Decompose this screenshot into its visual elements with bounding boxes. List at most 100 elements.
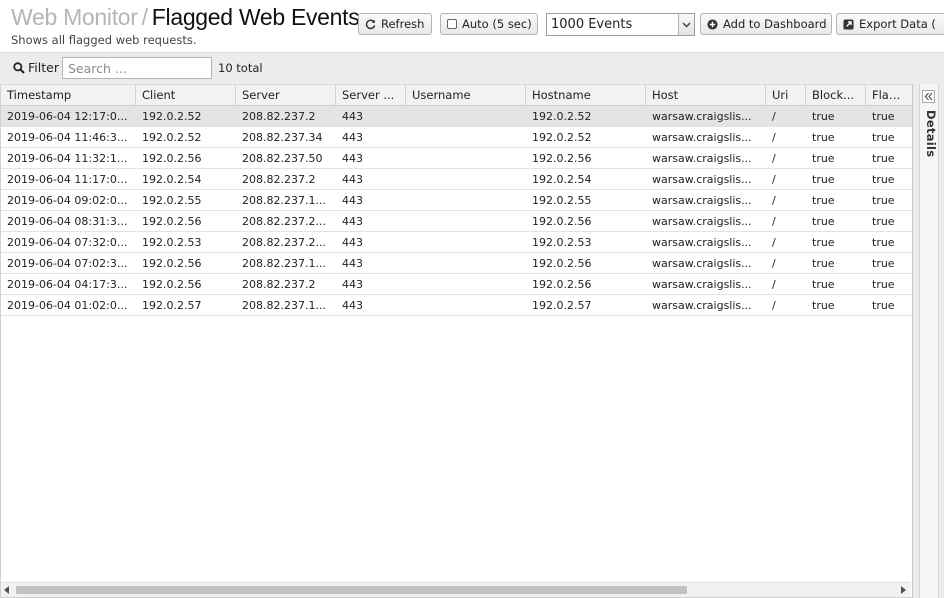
double-chevron-left-icon[interactable]	[922, 90, 935, 103]
filter-bar: Filter 10 total	[0, 52, 944, 84]
cell-timestamp: 2019-06-04 04:17:3...	[7, 278, 128, 291]
cell-username	[406, 232, 526, 252]
cell-server: 208.82.237.2	[242, 173, 316, 186]
cell-client: 192.0.2.57	[142, 299, 202, 312]
column-header-flagged[interactable]: Flagg...	[866, 85, 912, 106]
column-header-client[interactable]: Client	[136, 85, 236, 106]
table-row[interactable]: 2019-06-04 09:02:0... 192.0.2.55 208.82.23…	[1, 190, 912, 211]
details-panel: Details	[912, 84, 944, 598]
event-count-select[interactable]: 1000 Events	[546, 13, 695, 36]
cell-host: warsaw.craigslis...	[652, 152, 752, 165]
table-row[interactable]: 2019-06-04 07:02:3... 192.0.2.56 208.82.23…	[1, 253, 912, 274]
cell-host: warsaw.craigslis...	[652, 110, 752, 123]
cell-server: 208.82.237.2	[242, 110, 316, 123]
cell-uri: /	[772, 110, 776, 123]
table-row[interactable]: 2019-06-04 12:17:0... 192.0.2.52 208.82.23…	[1, 106, 912, 127]
search-input[interactable]	[62, 57, 212, 79]
refresh-icon	[365, 19, 376, 29]
column-header-blocked[interactable]: Block...	[806, 85, 866, 106]
column-header-timestamp[interactable]: Timestamp	[1, 85, 136, 106]
chevron-down-icon[interactable]	[678, 14, 694, 35]
refresh-label: Refresh	[381, 17, 425, 31]
export-data-button[interactable]: Export Data (	[836, 13, 944, 35]
scrollbar-thumb[interactable]	[16, 586, 687, 594]
cell-uri: /	[772, 278, 776, 291]
event-count-value: 1000 Events	[551, 17, 633, 32]
column-header-host[interactable]: Host	[646, 85, 766, 106]
cell-client: 192.0.2.56	[142, 152, 202, 165]
cell-blocked: true	[812, 215, 835, 228]
cell-flagged: true	[872, 215, 895, 228]
export-data-label: Export Data (	[859, 17, 936, 31]
plus-circle-icon	[707, 18, 718, 30]
horizontal-scrollbar[interactable]	[1, 582, 911, 597]
add-to-dashboard-button[interactable]: Add to Dashboard	[700, 13, 832, 35]
cell-client: 192.0.2.52	[142, 110, 202, 123]
scroll-left-icon[interactable]	[4, 586, 9, 594]
cell-username	[406, 211, 526, 231]
column-header-server-port[interactable]: Server ...	[336, 85, 406, 106]
table-row[interactable]: 2019-06-04 07:32:0... 192.0.2.53 208.82.23…	[1, 232, 912, 253]
cell-blocked: true	[812, 152, 835, 165]
cell-flagged: true	[872, 194, 895, 207]
table-row[interactable]: 2019-06-04 11:32:1... 192.0.2.56 208.82.23…	[1, 148, 912, 169]
column-header-uri[interactable]: Uri	[766, 85, 806, 106]
cell-blocked: true	[812, 278, 835, 291]
cell-server: 208.82.237.1...	[242, 194, 326, 207]
table-row[interactable]: 2019-06-04 04:17:3... 192.0.2.56 208.82.23…	[1, 274, 912, 295]
cell-hostname: 192.0.2.56	[532, 215, 592, 228]
cell-client: 192.0.2.52	[142, 131, 202, 144]
cell-blocked: true	[812, 236, 835, 249]
cell-hostname: 192.0.2.56	[532, 257, 592, 270]
column-header-username[interactable]: Username	[406, 85, 526, 106]
cell-blocked: true	[812, 173, 835, 186]
auto-refresh-label: Auto (5 sec)	[462, 17, 532, 31]
refresh-button[interactable]: Refresh	[358, 13, 432, 35]
cell-server-port: 443	[342, 236, 363, 249]
table-header: Timestamp Client Server Server ... Username H…	[1, 84, 912, 106]
cell-client: 192.0.2.53	[142, 236, 202, 249]
table-row[interactable]: 2019-06-04 08:31:3... 192.0.2.56 208.82.23…	[1, 211, 912, 232]
cell-uri: /	[772, 173, 776, 186]
cell-host: warsaw.craigslis...	[652, 278, 752, 291]
cell-hostname: 192.0.2.53	[532, 236, 592, 249]
cell-client: 192.0.2.56	[142, 278, 202, 291]
cell-hostname: 192.0.2.57	[532, 299, 592, 312]
column-header-hostname[interactable]: Hostname	[526, 85, 646, 106]
page-title-text: Flagged Web Events	[151, 4, 360, 30]
cell-server: 208.82.237.2...	[242, 215, 326, 228]
breadcrumb-parent[interactable]: Web Monitor	[11, 4, 138, 30]
cell-blocked: true	[812, 110, 835, 123]
cell-timestamp: 2019-06-04 07:02:3...	[7, 257, 128, 270]
cell-server-port: 443	[342, 257, 363, 270]
cell-server: 208.82.237.34	[242, 131, 323, 144]
cell-username	[406, 169, 526, 189]
cell-server-port: 443	[342, 278, 363, 291]
cell-server: 208.82.237.1...	[242, 257, 326, 270]
cell-flagged: true	[872, 236, 895, 249]
cell-flagged: true	[872, 173, 895, 186]
table-row[interactable]: 2019-06-04 01:02:0... 192.0.2.57 208.82.23…	[1, 295, 912, 316]
auto-refresh-toggle[interactable]: Auto (5 sec)	[440, 13, 538, 35]
scroll-right-icon[interactable]	[901, 586, 906, 594]
cell-username	[406, 295, 526, 315]
cell-host: warsaw.craigslis...	[652, 215, 752, 228]
cell-host: warsaw.craigslis...	[652, 194, 752, 207]
cell-server-port: 443	[342, 215, 363, 228]
cell-server-port: 443	[342, 173, 363, 186]
cell-uri: /	[772, 299, 776, 312]
export-icon	[843, 18, 854, 30]
cell-server: 208.82.237.2...	[242, 236, 326, 249]
table-row[interactable]: 2019-06-04 11:17:0... 192.0.2.54 208.82.23…	[1, 169, 912, 190]
cell-client: 192.0.2.56	[142, 215, 202, 228]
result-count: 10 total	[218, 61, 263, 75]
details-strip[interactable]: Details	[919, 84, 939, 598]
column-header-server[interactable]: Server	[236, 85, 336, 106]
cell-server: 208.82.237.2	[242, 278, 316, 291]
cell-hostname: 192.0.2.56	[532, 278, 592, 291]
table-row[interactable]: 2019-06-04 11:46:3... 192.0.2.52 208.82.23…	[1, 127, 912, 148]
cell-host: warsaw.craigslis...	[652, 173, 752, 186]
cell-timestamp: 2019-06-04 08:31:3...	[7, 215, 128, 228]
auto-refresh-checkbox[interactable]	[447, 19, 457, 29]
details-label[interactable]: Details	[924, 110, 938, 157]
